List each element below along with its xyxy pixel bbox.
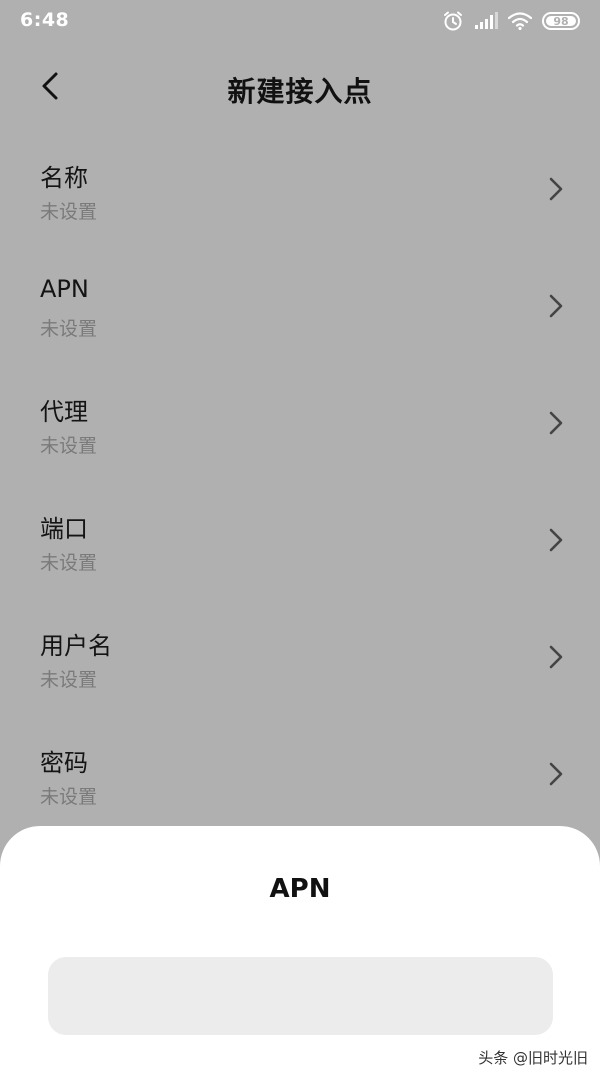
status-icons: 98 xyxy=(442,10,580,32)
status-bar: 6:48 98 xyxy=(0,0,600,44)
list-item-apn[interactable]: APN 未设置 xyxy=(0,249,600,366)
item-title: 名称 xyxy=(40,164,88,192)
apn-input-sheet: APN xyxy=(0,826,600,1080)
item-title: APN xyxy=(40,275,89,303)
settings-list: 名称 未设置 APN 未设置 代理 未设置 端口 未设置 用户名 未设置 密码 … xyxy=(0,132,600,834)
page-title: 新建接入点 xyxy=(227,75,373,108)
item-subtitle: 未设置 xyxy=(40,552,98,574)
chevron-right-icon xyxy=(549,528,563,552)
chevron-right-icon xyxy=(549,411,563,435)
alarm-icon xyxy=(442,10,464,32)
list-item-password[interactable]: 密码 未设置 xyxy=(0,717,600,834)
watermark: 头条 @旧时光旧 xyxy=(478,1049,588,1067)
item-subtitle: 未设置 xyxy=(40,318,98,340)
chevron-right-icon xyxy=(549,294,563,318)
signal-icon xyxy=(474,12,498,30)
header: 新建接入点 xyxy=(0,54,600,120)
item-title: 用户名 xyxy=(40,632,112,660)
list-item-name[interactable]: 名称 未设置 xyxy=(0,132,600,249)
status-time: 6:48 xyxy=(20,9,70,31)
chevron-right-icon xyxy=(549,762,563,786)
battery-icon: 98 xyxy=(542,12,580,30)
sheet-title: APN xyxy=(269,874,331,904)
item-subtitle: 未设置 xyxy=(40,669,98,691)
item-title: 密码 xyxy=(40,749,88,777)
list-item-port[interactable]: 端口 未设置 xyxy=(0,483,600,600)
item-subtitle: 未设置 xyxy=(40,201,98,223)
chevron-right-icon xyxy=(549,177,563,201)
item-title: 端口 xyxy=(40,515,88,543)
wifi-icon xyxy=(508,12,532,30)
item-subtitle: 未设置 xyxy=(40,786,98,808)
battery-level: 98 xyxy=(553,14,569,28)
item-title: 代理 xyxy=(40,398,88,426)
list-item-proxy[interactable]: 代理 未设置 xyxy=(0,366,600,483)
item-subtitle: 未设置 xyxy=(40,435,98,457)
apn-input[interactable] xyxy=(48,957,553,1035)
list-item-username[interactable]: 用户名 未设置 xyxy=(0,600,600,717)
chevron-right-icon xyxy=(549,645,563,669)
